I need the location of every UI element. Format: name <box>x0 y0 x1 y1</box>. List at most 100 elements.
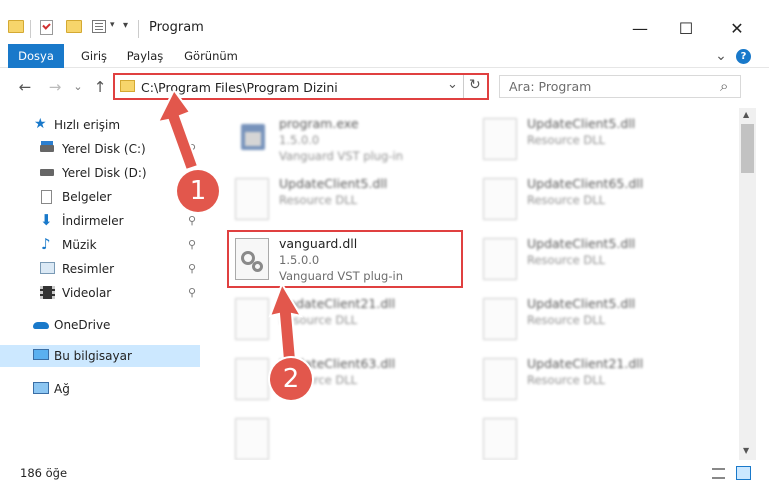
sidebar-item-label: Ağ <box>54 382 70 396</box>
dll-icon <box>483 118 517 160</box>
quick-access-dropdown-icon[interactable]: ▾ <box>123 20 128 38</box>
details-view-icon[interactable] <box>712 468 725 479</box>
download-icon: ⬇ <box>40 211 53 229</box>
folder-icon <box>120 80 135 92</box>
computer-icon <box>33 349 49 360</box>
file-item[interactable] <box>227 412 467 460</box>
dll-icon <box>483 238 517 280</box>
pin-icon: ⚲ <box>188 238 197 251</box>
sidebar-item-documents[interactable]: Belgeler ⚲ <box>0 186 200 208</box>
window-title: Program <box>149 20 204 35</box>
sidebar-item-label: Videolar <box>62 286 112 300</box>
highlight-box <box>227 230 463 288</box>
sidebar-item-local-disk-d[interactable]: Yerel Disk (D:) <box>0 162 200 184</box>
item-count: 186 öğe <box>20 466 68 480</box>
back-button[interactable]: ← <box>15 77 35 97</box>
new-folder-icon[interactable] <box>66 20 82 33</box>
tab-paylas[interactable]: Paylaş <box>122 44 168 68</box>
sidebar-item-label: Yerel Disk (D:) <box>62 166 147 180</box>
dll-icon <box>483 178 517 220</box>
tab-gorunum[interactable]: Görünüm <box>180 44 242 68</box>
network-icon <box>33 382 49 394</box>
sidebar-item-label: Bu bilgisayar <box>54 349 132 363</box>
file-description: Resource DLL <box>279 193 358 207</box>
file-name: program.exe <box>279 116 359 131</box>
refresh-icon[interactable]: ↻ <box>469 77 481 93</box>
dll-icon <box>483 418 517 460</box>
forward-button[interactable]: → <box>45 77 65 97</box>
sidebar-item-quick-access[interactable]: ★ Hızlı erişim <box>0 114 200 136</box>
divider <box>138 20 139 38</box>
address-bar[interactable]: C:\Program Files\Program Dizini ⌄ ↻ <box>113 73 489 100</box>
up-button[interactable]: ↑ <box>90 77 110 97</box>
file-description: Resource DLL <box>527 313 606 327</box>
sidebar-item-label: İndirmeler <box>62 214 124 228</box>
file-name: UpdateClient5.dll <box>279 176 388 191</box>
minimize-button[interactable]: — <box>617 16 663 42</box>
file-item-program-exe[interactable]: program.exe 1.5.0.0 Vanguard VST plug-in <box>227 112 467 168</box>
sidebar-item-videos[interactable]: Videolar ⚲ <box>0 282 200 304</box>
pin-icon: ⚲ <box>188 262 197 275</box>
file-item[interactable]: UpdateClient63.dll Resource DLL <box>227 352 467 408</box>
sidebar-item-downloads[interactable]: ⬇ İndirmeler ⚲ <box>0 210 200 232</box>
properties-icon[interactable] <box>40 20 53 35</box>
search-icon[interactable]: ⌕ <box>720 77 728 95</box>
sidebar-item-network[interactable]: Ağ <box>0 378 200 400</box>
sidebar-item-onedrive[interactable]: OneDrive <box>0 314 200 336</box>
file-item[interactable]: UpdateClient21.dll Resource DLL <box>227 292 467 348</box>
sidebar-item-label: OneDrive <box>54 318 111 332</box>
large-icons-view-icon[interactable] <box>736 466 751 480</box>
ribbon-tabs: Dosya Giriş Paylaş Görünüm ⌄ ? <box>0 44 769 68</box>
file-description: Resource DLL <box>279 313 358 327</box>
sidebar-item-label: Hızlı erişim <box>54 118 121 132</box>
close-button[interactable]: ✕ <box>714 16 760 42</box>
divider <box>463 75 464 98</box>
sidebar-item-local-disk-c[interactable]: Yerel Disk (C:) ⚲ <box>0 138 200 160</box>
dll-icon <box>235 358 269 400</box>
address-path[interactable]: C:\Program Files\Program Dizini <box>141 80 338 95</box>
file-name: UpdateClient65.dll <box>527 176 644 191</box>
film-icon <box>40 286 55 299</box>
sidebar-item-label: Müzik <box>62 238 97 252</box>
file-item[interactable]: UpdateClient5.dll Resource DLL <box>475 232 715 288</box>
address-dropdown-icon[interactable]: ⌄ <box>447 77 458 92</box>
file-item[interactable]: UpdateClient5.dll Resource DLL <box>227 172 467 228</box>
file-item[interactable]: UpdateClient5.dll Resource DLL <box>475 112 715 168</box>
collapse-ribbon-icon[interactable]: ⌄ <box>713 44 729 68</box>
chevron-down-icon[interactable]: ▾ <box>110 20 115 38</box>
sidebar-item-this-pc[interactable]: Bu bilgisayar <box>0 345 200 367</box>
tab-giris[interactable]: Giriş <box>74 44 114 68</box>
file-item[interactable]: UpdateClient21.dll Resource DLL <box>475 352 715 408</box>
file-name: UpdateClient5.dll <box>527 116 636 131</box>
cloud-icon <box>33 322 49 329</box>
pictures-icon <box>40 262 55 274</box>
tab-dosya[interactable]: Dosya <box>8 44 64 68</box>
scroll-down-icon[interactable]: ▼ <box>743 446 749 455</box>
star-icon: ★ <box>34 116 47 132</box>
file-description: Resource DLL <box>527 193 606 207</box>
dll-icon <box>235 178 269 220</box>
help-icon[interactable]: ? <box>736 49 751 64</box>
dll-icon <box>235 298 269 340</box>
scrollbar-thumb[interactable] <box>741 124 754 173</box>
recent-locations-button[interactable]: ⌄ <box>68 77 88 97</box>
customize-toolbar-icon[interactable] <box>92 20 106 33</box>
file-item[interactable]: UpdateClient65.dll Resource DLL <box>475 172 715 228</box>
pin-icon: ⚲ <box>188 214 197 227</box>
search-input[interactable]: Ara: Program <box>509 79 591 94</box>
document-icon <box>41 190 52 204</box>
sidebar-item-music[interactable]: ♪ Müzik ⚲ <box>0 234 200 256</box>
search-box[interactable]: Ara: Program ⌕ <box>499 75 741 98</box>
sidebar-item-pictures[interactable]: Resimler ⚲ <box>0 258 200 280</box>
status-bar: 186 öğe <box>0 460 769 492</box>
pin-icon: ⚲ <box>188 142 197 155</box>
file-version: 1.5.0.0 <box>279 133 320 147</box>
divider <box>30 20 31 38</box>
scroll-up-icon[interactable]: ▲ <box>743 110 749 119</box>
file-name: UpdateClient5.dll <box>527 236 636 251</box>
vertical-scrollbar[interactable]: ▲ ▼ <box>739 108 756 460</box>
step-marker-2: 2 <box>270 358 312 400</box>
file-item[interactable] <box>475 412 715 460</box>
file-item[interactable]: UpdateClient5.dll Resource DLL <box>475 292 715 348</box>
maximize-button[interactable]: ☐ <box>663 16 709 42</box>
